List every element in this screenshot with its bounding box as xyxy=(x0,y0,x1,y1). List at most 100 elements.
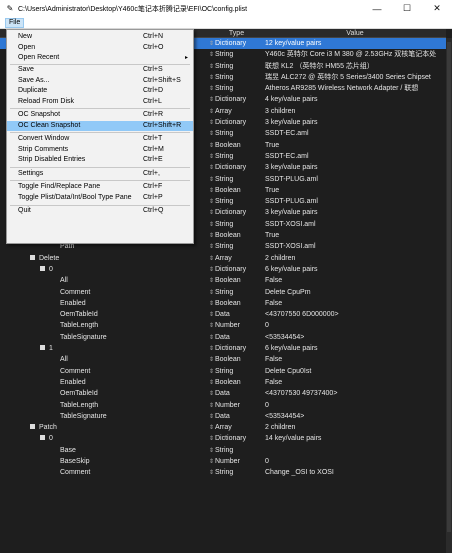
row-value[interactable]: SSDT-PLUG.aml xyxy=(265,174,445,185)
row-type-label: Number xyxy=(215,457,240,465)
tree-row[interactable]: TableLength ⇕Number 0 xyxy=(0,400,446,411)
row-type-label: Boolean xyxy=(215,356,241,364)
row-type-label: String xyxy=(215,175,234,183)
menu-item[interactable]: Settings Ctrl+, xyxy=(7,169,193,180)
menu-item[interactable]: OC Clean Snapshot Ctrl+Shift+R xyxy=(7,120,193,131)
tree-row[interactable]: OemTableId ⇕Data <43707530 49737400> xyxy=(0,388,446,399)
row-value[interactable]: 瑞昱 ALC272 @ 英特尔 5 Series/3400 Series Chi… xyxy=(265,72,445,83)
row-value[interactable]: 2 children xyxy=(265,253,445,264)
tree-row[interactable]: 0 ⇕Dictionary 14 key/value pairs xyxy=(0,433,446,444)
tree-row[interactable]: Comment ⇕String Change _OSI to XOSI xyxy=(0,467,446,478)
row-value[interactable]: SSDT-XOSI.aml xyxy=(265,219,445,230)
collapse-toggle-icon[interactable] xyxy=(30,424,35,430)
row-value[interactable]: <43707530 49737400> xyxy=(265,388,445,399)
row-value[interactable]: False xyxy=(265,275,445,286)
tree-row[interactable]: TableSignature ⇕Data <53534454> xyxy=(0,332,446,343)
collapse-toggle-icon[interactable] xyxy=(40,435,45,441)
collapse-toggle-icon[interactable] xyxy=(40,265,45,271)
tree-row[interactable]: All ⇕Boolean False xyxy=(0,275,446,286)
minimize-button[interactable]: — xyxy=(362,0,392,17)
tree-row[interactable]: Patch ⇕Array 2 children xyxy=(0,422,446,433)
menu-item[interactable]: New Ctrl+N xyxy=(7,32,193,43)
row-key: TableLength xyxy=(60,400,205,411)
row-value[interactable]: True xyxy=(265,185,445,196)
tree-row[interactable]: Comment ⇕String Delete CpuPm xyxy=(0,287,446,298)
row-value[interactable]: False xyxy=(265,298,445,309)
row-value[interactable]: True xyxy=(265,230,445,241)
collapse-toggle-icon[interactable] xyxy=(40,345,45,351)
row-value[interactable]: Y460c 英特尔 Core i3 M 380 @ 2.53GHz 双核笔记本处 xyxy=(265,49,445,60)
menu-item[interactable]: Quit Ctrl+Q xyxy=(7,206,193,217)
scrollbar-thumb[interactable] xyxy=(447,42,451,532)
row-value[interactable]: SSDT-PLUG.aml xyxy=(265,196,445,207)
tree-row[interactable]: Enabled ⇕Boolean False xyxy=(0,377,446,388)
row-type-label: Array xyxy=(215,107,232,115)
row-value[interactable]: Delete Cpu0Ist xyxy=(265,366,445,377)
menu-item-label: Strip Comments xyxy=(18,145,69,153)
tree-row[interactable]: OemTableId ⇕Data <43707550 6D000000> xyxy=(0,309,446,320)
tree-row[interactable]: All ⇕Boolean False xyxy=(0,354,446,365)
menu-item[interactable]: Open Ctrl+O xyxy=(7,43,193,54)
row-value[interactable]: Delete CpuPm xyxy=(265,287,445,298)
row-value[interactable]: 6 key/value pairs xyxy=(265,264,445,275)
file-menu[interactable]: File xyxy=(5,18,25,28)
tree-row[interactable]: 1 ⇕Dictionary 6 key/value pairs xyxy=(0,343,446,354)
tree-row[interactable]: TableSignature ⇕Data <53534454> xyxy=(0,411,446,422)
row-value[interactable]: <53534454> xyxy=(265,332,445,343)
row-value[interactable]: 3 key/value pairs xyxy=(265,207,445,218)
maximize-button[interactable]: ☐ xyxy=(392,0,422,17)
row-value[interactable]: True xyxy=(265,140,445,151)
menu-item[interactable]: Strip Comments Ctrl+M xyxy=(7,145,193,156)
row-value[interactable]: SSDT-XOSI.aml xyxy=(265,241,445,252)
row-value[interactable]: 3 key/value pairs xyxy=(265,117,445,128)
row-value[interactable]: Change _OSI to XOSI xyxy=(265,467,445,478)
menu-item[interactable]: Open Recent ▸ xyxy=(7,53,193,64)
tree-row[interactable]: TableLength ⇕Number 0 xyxy=(0,320,446,331)
row-value[interactable]: False xyxy=(265,377,445,388)
menu-item[interactable]: Reload From Disk Ctrl+L xyxy=(7,97,193,108)
row-key-label: OemTableId xyxy=(60,311,98,319)
tree-row[interactable]: Comment ⇕String Delete Cpu0Ist xyxy=(0,366,446,377)
row-type[interactable]: ⇕String xyxy=(209,467,264,479)
row-value[interactable]: <53534454> xyxy=(265,411,445,422)
row-type-label: String xyxy=(215,130,234,138)
row-type-label: String xyxy=(215,220,234,228)
close-button[interactable]: ✕ xyxy=(422,0,452,17)
menu-item[interactable]: Save As... Ctrl+Shift+S xyxy=(7,76,193,87)
menu-item[interactable]: Strip Disabled Entries Ctrl+E xyxy=(7,155,193,166)
row-value[interactable]: 12 key/value pairs xyxy=(265,38,445,49)
row-value[interactable]: Atheros AR9285 Wireless Network Adapter … xyxy=(265,83,445,94)
collapse-toggle-icon[interactable] xyxy=(30,254,35,260)
menu-item[interactable]: Duplicate Ctrl+D xyxy=(7,86,193,97)
menu-item[interactable]: Save Ctrl+S xyxy=(7,65,193,76)
menu-item[interactable]: Toggle Plist/Data/Int/Bool Type Pane Ctrl… xyxy=(7,193,193,204)
value-column-header[interactable]: Value xyxy=(265,29,445,38)
row-value[interactable]: 0 xyxy=(265,400,445,411)
row-value[interactable]: 0 xyxy=(265,456,445,467)
row-value[interactable]: 2 children xyxy=(265,422,445,433)
menu-item[interactable]: Convert Window Ctrl+T xyxy=(7,134,193,145)
row-value[interactable]: 6 key/value pairs xyxy=(265,343,445,354)
tree-row[interactable]: Enabled ⇕Boolean False xyxy=(0,298,446,309)
vertical-scrollbar[interactable] xyxy=(446,38,452,553)
row-value[interactable]: 4 key/value pairs xyxy=(265,94,445,105)
row-value[interactable]: 3 key/value pairs xyxy=(265,162,445,173)
row-value[interactable]: 3 children xyxy=(265,106,445,117)
row-value[interactable]: 联想 KL2 （英特尔 HM55 芯片组） xyxy=(265,61,445,72)
tree-row[interactable]: Delete ⇕Array 2 children xyxy=(0,253,446,264)
row-value[interactable]: 0 xyxy=(265,320,445,331)
tree-row[interactable]: Base ⇕String xyxy=(0,445,446,456)
menu-item[interactable]: Toggle Find/Replace Pane Ctrl+F xyxy=(7,182,193,193)
row-value[interactable]: SSDT-EC.aml xyxy=(265,128,445,139)
row-value[interactable]: 14 key/value pairs xyxy=(265,433,445,444)
menu-item[interactable]: OC Snapshot Ctrl+R xyxy=(7,110,193,121)
type-column-header[interactable]: Type xyxy=(209,29,264,38)
row-value[interactable]: False xyxy=(265,354,445,365)
tree-row[interactable]: BaseSkip ⇕Number 0 xyxy=(0,456,446,467)
row-key-label: Enabled xyxy=(60,378,86,386)
tree-row[interactable]: 0 ⇕Dictionary 6 key/value pairs xyxy=(0,264,446,275)
row-value[interactable]: SSDT-EC.aml xyxy=(265,151,445,162)
row-value[interactable]: <43707550 6D000000> xyxy=(265,309,445,320)
row-key: 1 xyxy=(40,343,205,354)
row-type-label: Array xyxy=(215,424,232,432)
